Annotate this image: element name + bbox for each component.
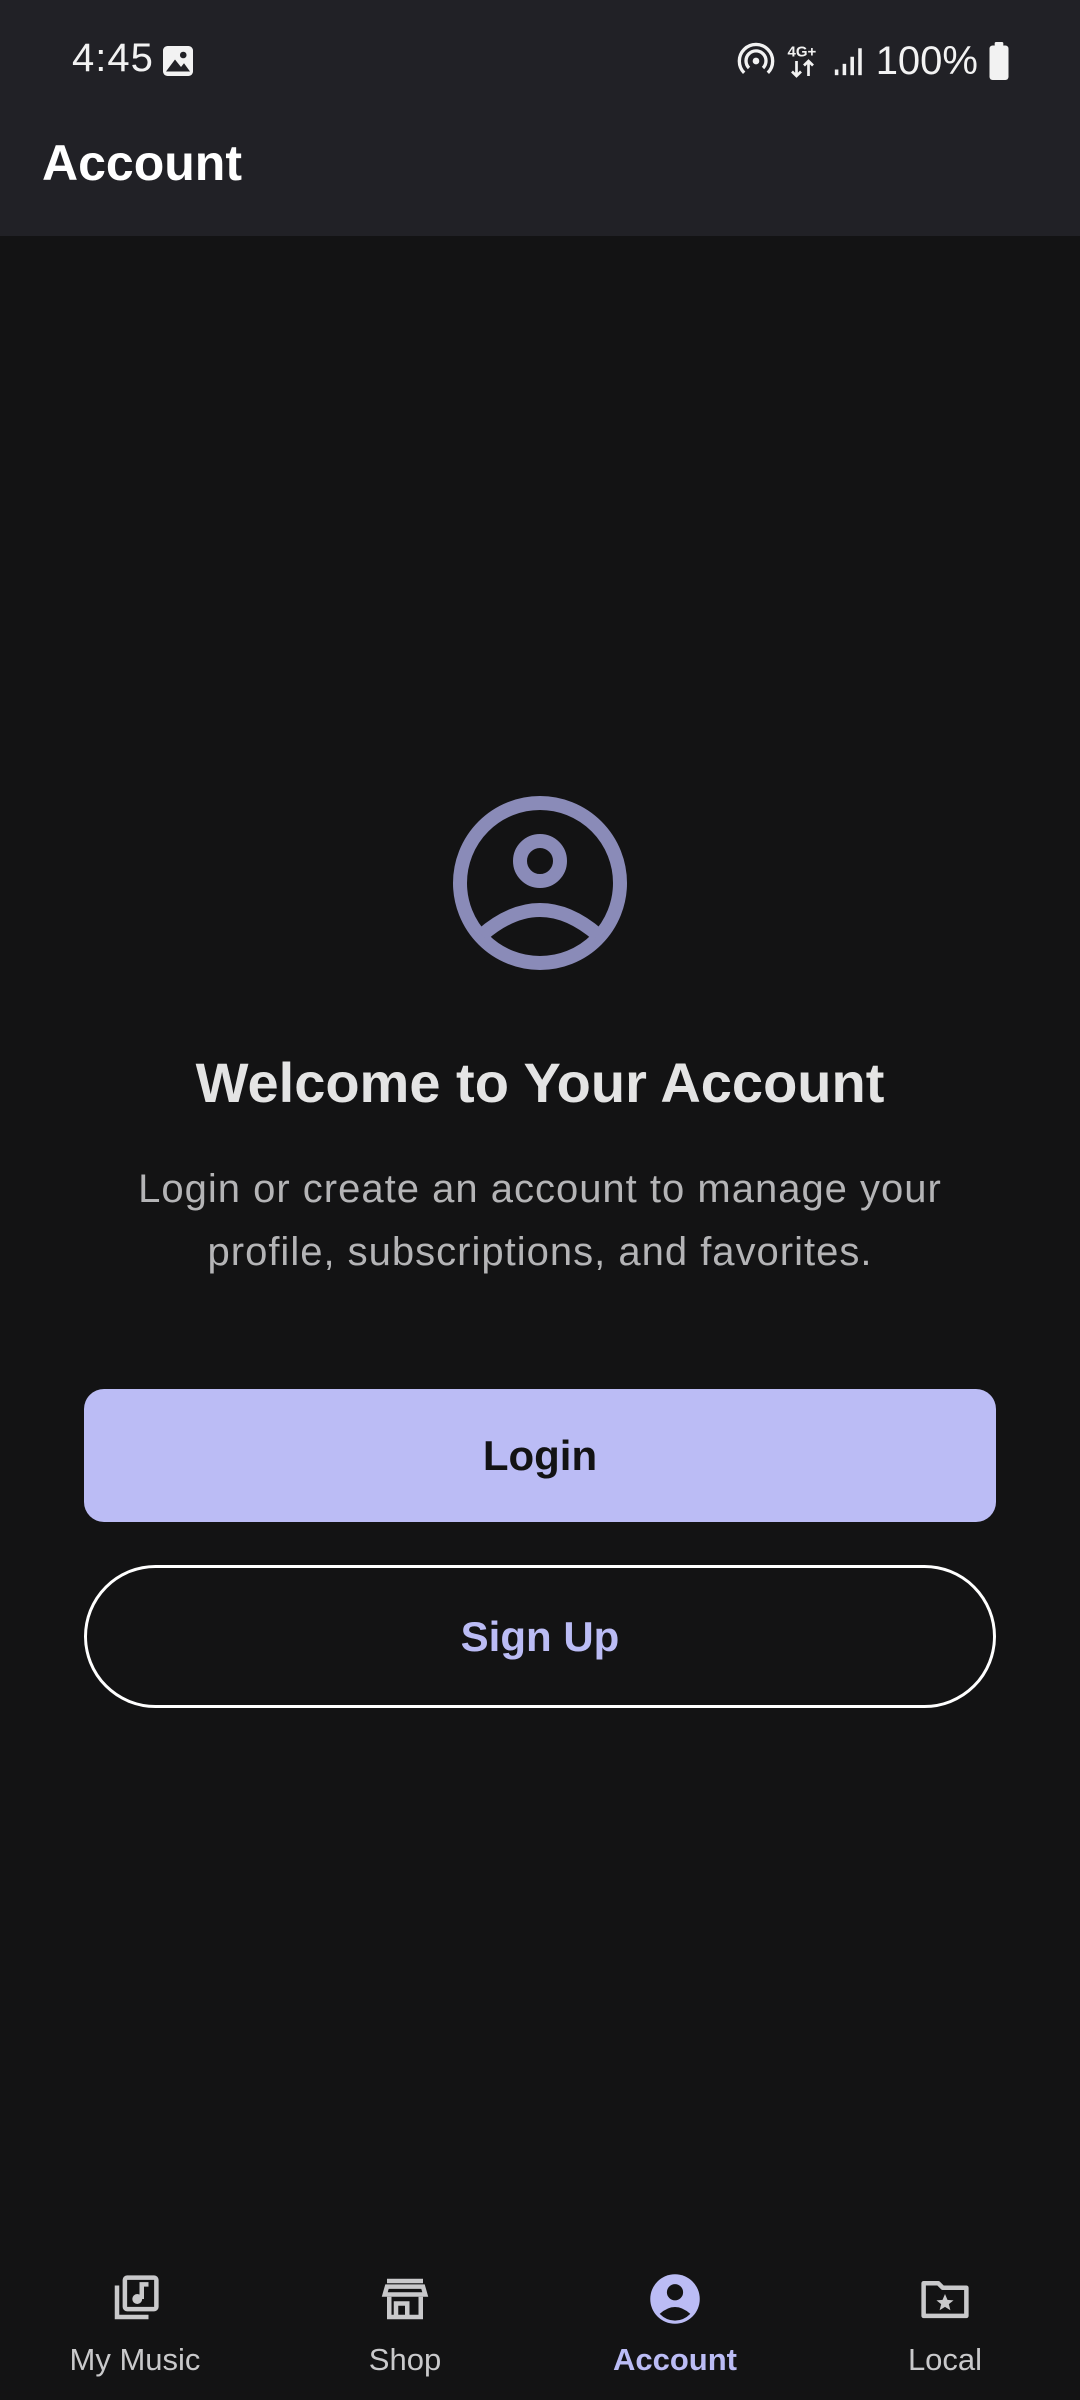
folder-star-icon bbox=[921, 2281, 969, 2319]
status-time: 4:45 bbox=[72, 36, 154, 80]
status-bar: 4:45 4G+ 100% bbox=[0, 0, 1080, 122]
nav-label-account: Account bbox=[613, 2342, 737, 2377]
account-circle-icon bbox=[650, 2274, 700, 2324]
gallery-icon bbox=[163, 46, 193, 76]
nav-item-account[interactable]: Account bbox=[540, 2250, 810, 2400]
network-4g-icon: 4G+ bbox=[787, 44, 816, 78]
store-icon bbox=[381, 2278, 429, 2320]
app-bar: Account bbox=[0, 122, 1080, 236]
nav-label-local: Local bbox=[907, 2342, 983, 2377]
welcome-title: Welcome to Your Account bbox=[195, 1051, 885, 1114]
nav-label-shop: Shop bbox=[368, 2342, 442, 2377]
nav-item-my-music[interactable]: My Music bbox=[0, 2250, 270, 2400]
nav-item-local[interactable]: Local bbox=[810, 2250, 1080, 2400]
status-icons: 4G+ 100% bbox=[736, 36, 1010, 86]
music-library-icon bbox=[114, 2275, 159, 2320]
account-screen: 4:45 4G+ 100% Account Welcome to Your Ac… bbox=[0, 0, 1080, 2400]
account-circle-icon bbox=[453, 796, 627, 970]
battery-percentage: 100% bbox=[875, 38, 978, 83]
welcome-subtitle-line-1: Login or create an account to manage you… bbox=[138, 1167, 942, 1211]
sign-up-button[interactable]: Sign Up bbox=[84, 1565, 996, 1708]
welcome-subtitle-line-2: profile, subscriptions, and favorites. bbox=[207, 1230, 873, 1274]
signal-icon bbox=[834, 48, 862, 76]
battery-icon bbox=[989, 42, 1009, 80]
nav-item-shop[interactable]: Shop bbox=[270, 2250, 540, 2400]
hotspot-icon bbox=[737, 42, 775, 75]
welcome-subtitle: Login or create an account to manage you… bbox=[90, 1158, 990, 1284]
login-button[interactable]: Login bbox=[84, 1389, 996, 1522]
svg-text:4G+: 4G+ bbox=[787, 44, 816, 61]
page-title: Account bbox=[42, 135, 242, 191]
bottom-navigation: My Music Shop Account Local bbox=[0, 2250, 1080, 2400]
nav-label-my-music: My Music bbox=[69, 2342, 201, 2377]
